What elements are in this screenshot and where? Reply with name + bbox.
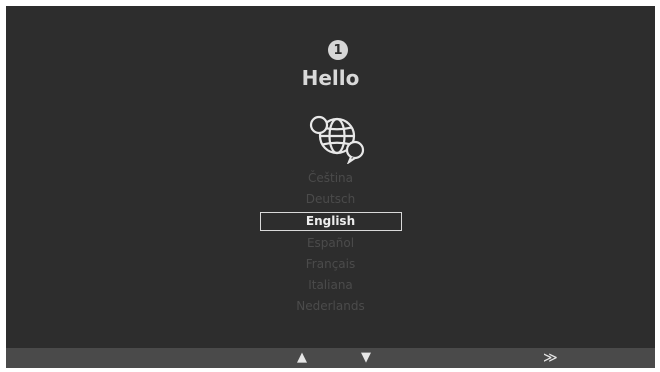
bottom-navigation-bar: ▲ ▼ ≫ xyxy=(6,348,655,368)
arrow-down-icon[interactable]: ▼ xyxy=(361,350,371,366)
language-option-espanol[interactable]: Español xyxy=(6,233,655,254)
arrow-up-icon[interactable]: ▲ xyxy=(297,350,307,366)
step-number-badge: 1 xyxy=(328,40,348,60)
page-title: Hello xyxy=(301,66,360,90)
language-list: Čeština Deutsch English Español Français… xyxy=(6,168,655,317)
setup-screen: 1 Hello Čeština Deutsch English Español … xyxy=(6,6,655,368)
globe-chat-icon xyxy=(309,115,365,164)
language-option-francais[interactable]: Français xyxy=(6,254,655,275)
language-option-italiana[interactable]: Italiana xyxy=(6,275,655,296)
language-option-english[interactable]: English xyxy=(259,212,402,231)
language-option-deutsch[interactable]: Deutsch xyxy=(6,189,655,210)
double-chevron-right-icon[interactable]: ≫ xyxy=(543,350,558,366)
language-option-nederlands[interactable]: Nederlands xyxy=(6,296,655,317)
language-option-cestina[interactable]: Čeština xyxy=(6,168,655,189)
